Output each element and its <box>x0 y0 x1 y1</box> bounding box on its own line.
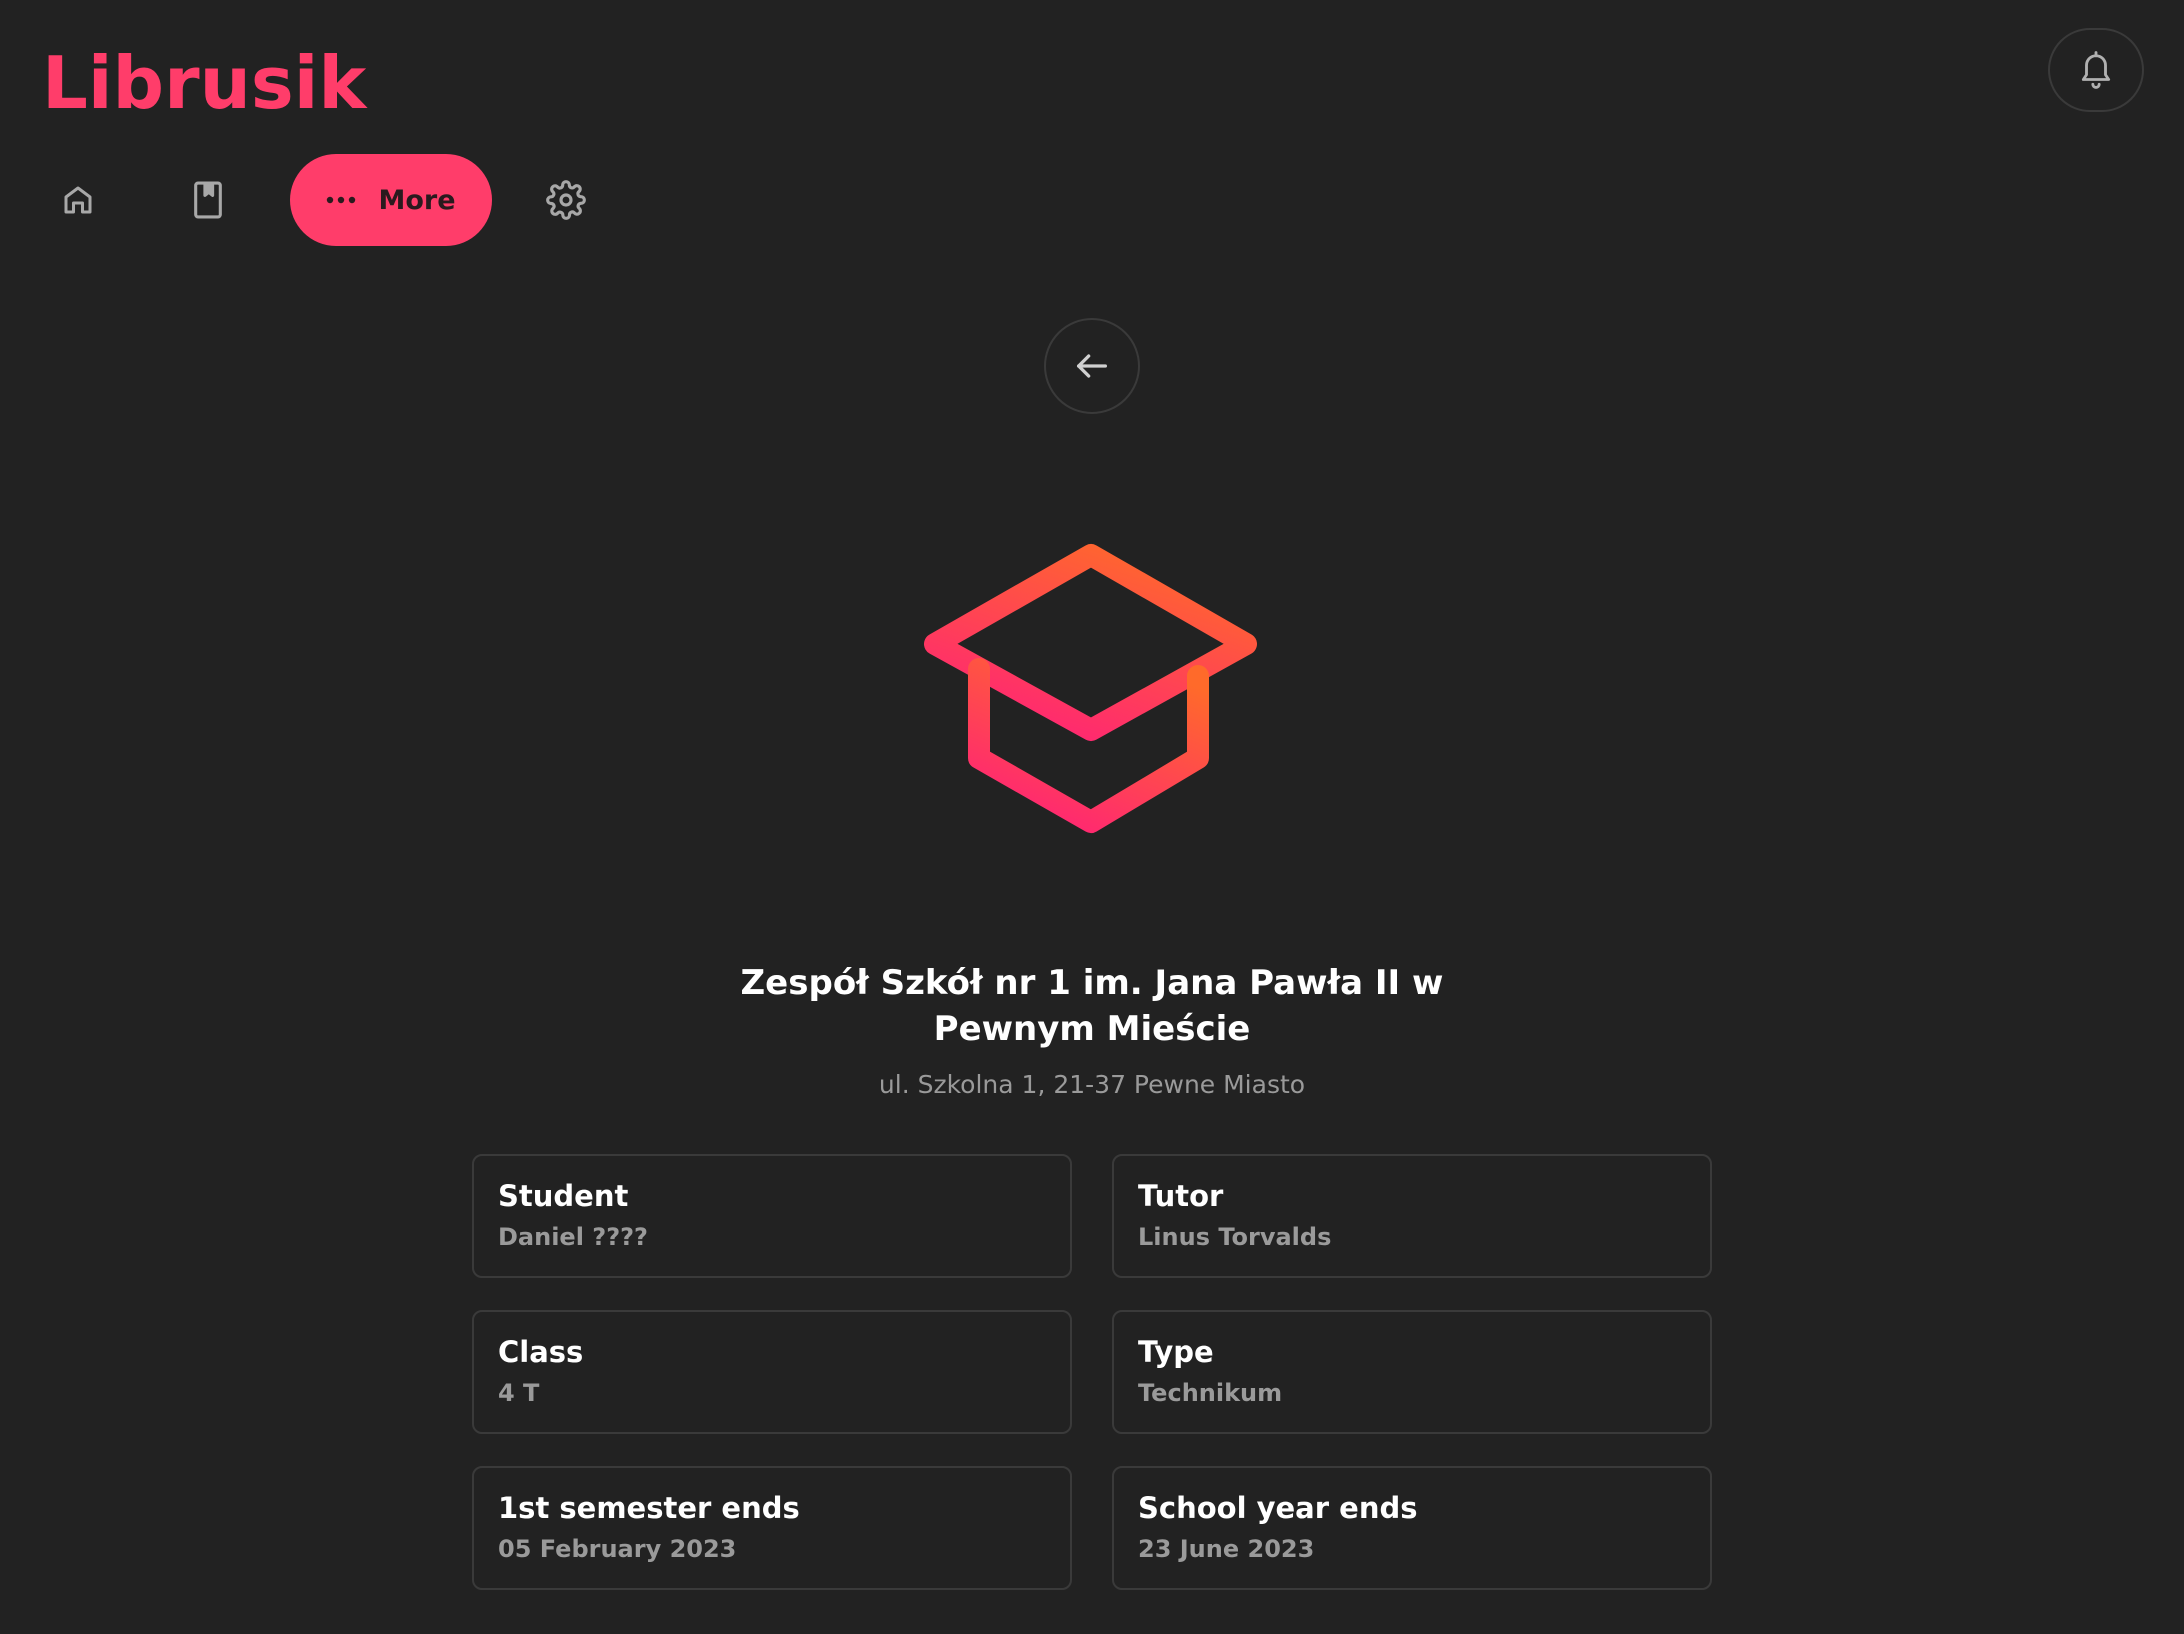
nav-more[interactable]: More <box>290 154 492 246</box>
card-title: Class <box>498 1335 584 1369</box>
card-semester-end: 1st semester ends 05 February 2023 <box>472 1466 1072 1590</box>
card-title: Student <box>498 1179 629 1213</box>
school-name-line-1: Zespół Szkół nr 1 im. Jana Pawła II w <box>740 963 1444 1003</box>
card-value: 4 T <box>498 1379 540 1407</box>
school-address: ul. Szkolna 1, 21-37 Pewne Miasto <box>878 1070 1306 1099</box>
nav-settings[interactable] <box>528 154 604 246</box>
card-value: 23 June 2023 <box>1138 1535 1315 1563</box>
bell-icon <box>2081 51 2111 89</box>
nav-grades[interactable] <box>170 154 246 246</box>
card-type: Type Technikum <box>1112 1310 1712 1434</box>
card-title: School year ends <box>1138 1491 1418 1525</box>
bookmark-icon <box>194 181 222 219</box>
card-title: Type <box>1138 1335 1214 1369</box>
card-value: Technikum <box>1138 1379 1283 1407</box>
school-name-line-2: Pewnym Mieście <box>933 1009 1251 1049</box>
card-value: 05 February 2023 <box>498 1535 737 1563</box>
card-tutor: Tutor Linus Torvalds <box>1112 1154 1712 1278</box>
home-icon <box>64 186 92 214</box>
card-title: Tutor <box>1138 1179 1224 1213</box>
card-title: 1st semester ends <box>498 1491 800 1525</box>
back-button[interactable] <box>1044 318 1140 414</box>
school-name: Zespół Szkół nr 1 im. Jana Pawła II w Pe… <box>692 960 1492 1052</box>
card-student: Student Daniel ???? <box>472 1154 1072 1278</box>
graduation-cap-icon <box>924 544 1257 833</box>
nav-more-label: More <box>378 184 456 216</box>
notifications-button[interactable] <box>2048 28 2144 112</box>
card-value: Daniel ???? <box>498 1223 648 1251</box>
card-class: Class 4 T <box>472 1310 1072 1434</box>
card-school-year-end: School year ends 23 June 2023 <box>1112 1466 1712 1590</box>
nav-home[interactable] <box>40 154 116 246</box>
more-dots-icon <box>327 196 356 204</box>
main-nav: More <box>0 154 700 246</box>
app-logo: Librusik <box>42 41 367 125</box>
card-value: Linus Torvalds <box>1138 1223 1332 1251</box>
gear-icon <box>546 180 586 220</box>
arrow-left-icon <box>1077 354 1107 378</box>
